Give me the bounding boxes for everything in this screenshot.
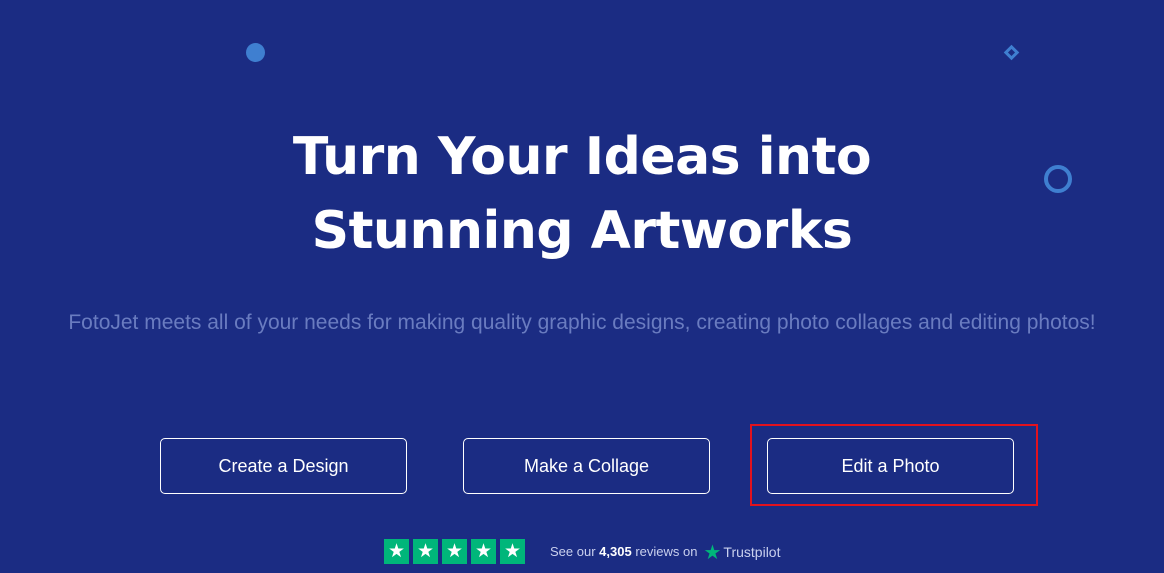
review-count: 4,305 (599, 544, 632, 559)
star-icon: ★ (471, 539, 496, 564)
star-icon: ★ (384, 539, 409, 564)
review-suffix: reviews on (635, 544, 698, 559)
hero-subtitle: FotoJet meets all of your needs for maki… (68, 311, 1096, 334)
decorative-dot-icon (246, 43, 265, 62)
star-icon: ★ (500, 539, 525, 564)
hero-section: Turn Your Ideas into Stunning Artworks F… (0, 0, 1164, 573)
hero-title-line1: Turn Your Ideas into (292, 127, 872, 187)
star-icon: ★ (442, 539, 467, 564)
star-icon: ★ (413, 539, 438, 564)
hero-title-line2: Stunning Artworks (311, 201, 853, 261)
review-text: See our 4,305 reviews on (550, 544, 697, 559)
trustpilot-reviews[interactable]: ★ ★ ★ ★ ★ See our 4,305 reviews on ★ Tru… (384, 539, 780, 564)
decorative-diamond-icon (1003, 44, 1020, 61)
rating-stars: ★ ★ ★ ★ ★ (384, 539, 525, 564)
trustpilot-name: Trustpilot (723, 543, 781, 560)
edit-photo-button[interactable]: Edit a Photo (767, 438, 1014, 494)
trustpilot-star-icon: ★ (703, 539, 722, 564)
make-collage-button[interactable]: Make a Collage (463, 438, 710, 494)
hero-title: Turn Your Ideas into Stunning Artworks (0, 120, 1164, 268)
create-design-button[interactable]: Create a Design (160, 438, 407, 494)
review-prefix: See our (550, 544, 596, 559)
